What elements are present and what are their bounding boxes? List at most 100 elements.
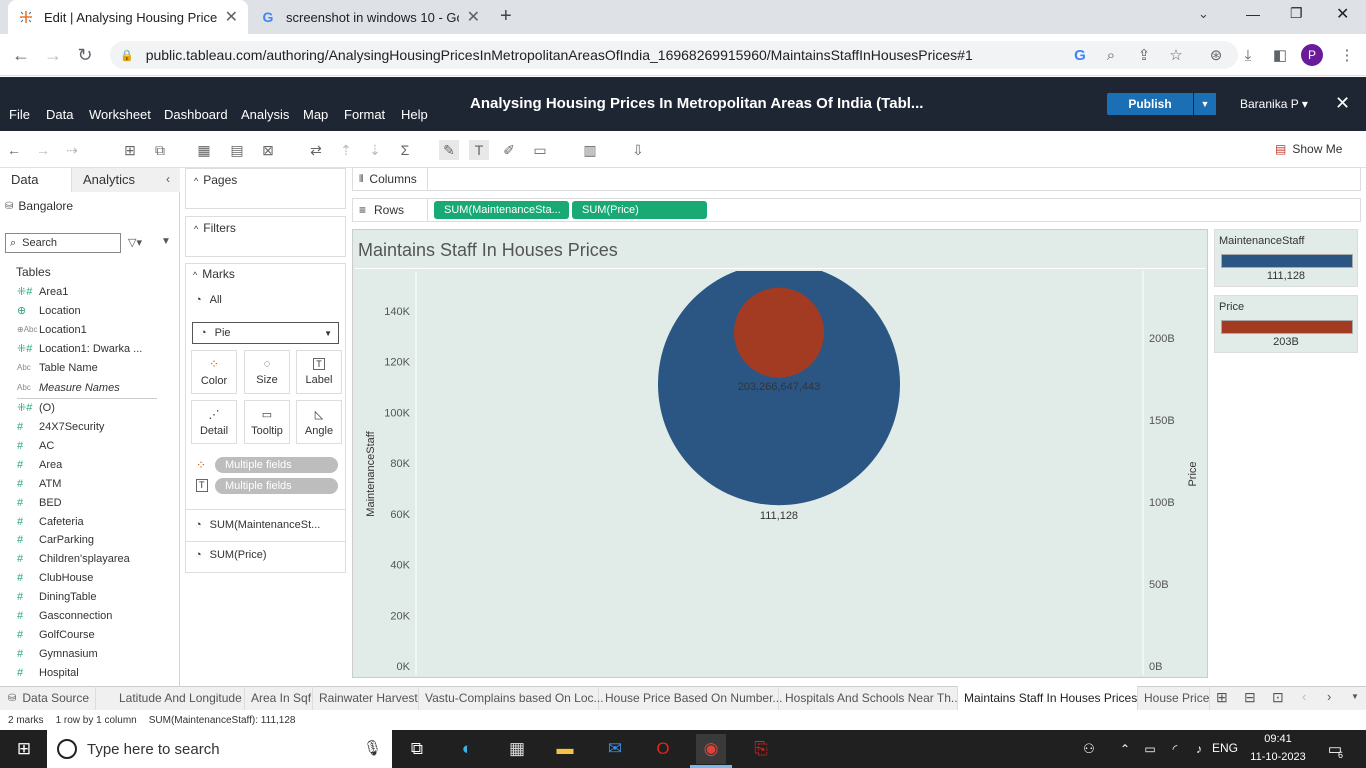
duplicate-sheet-icon[interactable]: ⧉ xyxy=(150,140,170,160)
publish-button[interactable]: Publish xyxy=(1107,93,1193,115)
field-item[interactable]: # ClubHouse xyxy=(17,568,167,587)
field-item[interactable]: ⁜# Area1 xyxy=(17,282,167,301)
sheet-tab[interactable]: Vastu-Complains based On Loc... xyxy=(419,686,604,710)
sort-descending-icon[interactable]: ⇣ xyxy=(365,140,385,160)
rows-pill-maintenancestaff[interactable]: SUM(MaintenanceSta... xyxy=(434,201,569,219)
field-item[interactable]: ⊕ Location xyxy=(17,301,167,320)
marks-card-title[interactable]: ^ Marks xyxy=(193,267,235,281)
rows-pill-price[interactable]: SUM(Price) xyxy=(572,201,707,219)
totals-icon[interactable]: Σ xyxy=(395,140,415,160)
sheet-tab[interactable]: Rainwater Harvest xyxy=(313,686,419,710)
field-item[interactable]: # Hospital xyxy=(17,663,167,682)
label-button[interactable]: T Label xyxy=(296,350,342,394)
browser-tab-tableau[interactable]: Edit | Analysing Housing Prices I ✕ xyxy=(8,0,248,34)
volume-icon[interactable]: ♪ xyxy=(1184,734,1214,764)
field-item[interactable]: ⁜# (O) xyxy=(17,398,167,417)
pages-card-title[interactable]: ^ Pages xyxy=(194,173,237,187)
field-item[interactable]: # CarParking xyxy=(17,530,167,549)
detail-button[interactable]: ⋰ Detail xyxy=(191,400,237,444)
angle-button[interactable]: ◺ Angle xyxy=(296,400,342,444)
color-button[interactable]: ⁘ Color xyxy=(191,350,237,394)
scroll-right-icon[interactable]: › xyxy=(1327,689,1331,704)
filter-fields-icon[interactable]: ▽▾ xyxy=(128,236,142,249)
menu-format[interactable]: Format xyxy=(344,107,385,122)
mail-icon[interactable]: ✉ xyxy=(600,734,630,764)
chrome-icon[interactable]: ◉ xyxy=(696,734,726,764)
presentation-icon[interactable]: ▥ xyxy=(580,140,600,160)
new-worksheet-dropdown-icon[interactable]: ▦ xyxy=(194,140,214,160)
field-item[interactable]: # Gasconnection xyxy=(17,606,167,625)
clock-date[interactable]: 11-10-2023 xyxy=(1246,751,1310,763)
field-item[interactable]: # DiningTable xyxy=(17,587,167,606)
field-item[interactable]: # Area xyxy=(17,455,167,474)
field-item[interactable]: # Children'splayarea xyxy=(17,549,167,568)
sort-ascending-icon[interactable]: ⇡ xyxy=(336,140,356,160)
people-icon[interactable]: ⚇ xyxy=(1074,734,1104,764)
google-lens-icon[interactable]: G xyxy=(1069,44,1091,66)
chrome-menu-icon[interactable]: ⋮ xyxy=(1336,44,1358,66)
file-explorer-icon[interactable]: ▬ xyxy=(550,734,580,764)
field-item[interactable]: # BED xyxy=(17,493,167,512)
profile-avatar[interactable]: P xyxy=(1301,44,1323,66)
microphone-icon[interactable]: 🎙 xyxy=(363,739,382,757)
field-item[interactable]: ⁜# Location1: Dwarka ... xyxy=(17,339,167,358)
new-worksheet-icon[interactable]: ⊞ xyxy=(1216,689,1228,706)
menu-dashboard[interactable]: Dashboard xyxy=(164,107,228,122)
redo-icon[interactable]: → xyxy=(33,140,53,160)
label-multiple-fields-pill[interactable]: Multiple fields xyxy=(215,478,338,494)
field-item[interactable]: ⊕Abc Location1 xyxy=(17,320,167,339)
bookmark-star-icon[interactable]: ☆ xyxy=(1165,44,1187,66)
store-icon[interactable]: ▦ xyxy=(502,734,532,764)
edge-icon[interactable]: ◐ xyxy=(452,734,482,764)
extensions-icon[interactable]: ⊛ xyxy=(1205,44,1227,66)
field-item[interactable]: # Gymnasium xyxy=(17,644,167,663)
filters-card-title[interactable]: ^ Filters xyxy=(194,221,236,235)
menu-analysis[interactable]: Analysis xyxy=(241,107,289,122)
close-tab-icon[interactable]: ✕ xyxy=(467,7,480,27)
measure-maintenancestaff[interactable]: ◔ SUM(MaintenanceSt... xyxy=(195,519,320,531)
menu-data[interactable]: Data xyxy=(46,107,73,122)
fit-dropdown-icon[interactable]: ▭ xyxy=(530,140,550,160)
menu-help[interactable]: Help xyxy=(401,107,428,122)
reload-icon[interactable]: ↻ xyxy=(72,42,98,68)
tab-data[interactable]: Data xyxy=(11,172,38,187)
minimize-icon[interactable]: — xyxy=(1246,6,1260,22)
show-me-button[interactable]: ▤ Show Me xyxy=(1275,142,1342,156)
mark-type-select[interactable]: ◔ Pie ▼ xyxy=(192,322,339,344)
sheet-tab[interactable]: House Price Based On Number... xyxy=(599,686,782,710)
back-icon[interactable]: ← xyxy=(8,42,34,68)
field-item[interactable]: # Cafeteria xyxy=(17,512,167,531)
tabs-menu-icon[interactable]: ▼ xyxy=(1351,692,1359,701)
sheet-tab[interactable]: Latitude And Longitude xyxy=(113,686,245,710)
field-item[interactable]: Abc Table Name xyxy=(17,358,167,377)
forward-icon[interactable]: → xyxy=(40,42,66,68)
side-panel-icon[interactable]: ◧ xyxy=(1269,44,1291,66)
field-item[interactable]: # AC xyxy=(17,436,167,455)
task-view-icon[interactable]: ⧉ xyxy=(402,734,432,764)
field-item[interactable]: # ATM xyxy=(17,474,167,493)
window-close-icon[interactable]: ✕ xyxy=(1336,4,1349,24)
close-tab-icon[interactable]: ✕ xyxy=(225,7,238,27)
legend-maintenancestaff[interactable]: MaintenanceStaff 111,128 xyxy=(1214,229,1358,287)
new-dashboard-icon[interactable]: ⊟ xyxy=(1244,689,1256,706)
zoom-icon[interactable]: ⌕ xyxy=(1100,44,1122,66)
field-item[interactable]: #24X7Security xyxy=(17,417,167,436)
download-sheet-icon[interactable]: ⇩ xyxy=(628,140,648,160)
marks-all-item[interactable]: ◔ All xyxy=(195,294,222,306)
menu-file[interactable]: File xyxy=(9,107,30,122)
windows-start-icon[interactable]: ⊞ xyxy=(9,734,39,764)
undo-icon[interactable]: ← xyxy=(4,140,24,160)
user-menu[interactable]: Baranika P ▾ xyxy=(1240,97,1308,111)
pane-menu-icon[interactable]: ▼ xyxy=(161,236,171,247)
menu-map[interactable]: Map xyxy=(303,107,328,122)
sheet-tab[interactable]: Maintains Staff In Houses Prices xyxy=(958,686,1138,710)
tooltip-button[interactable]: ▭ Tooltip xyxy=(244,400,290,444)
new-tab-icon[interactable]: + xyxy=(500,5,512,28)
tab-data-source[interactable]: ⛁ Data Source xyxy=(0,686,97,710)
swap-axes-icon[interactable]: ⇄ xyxy=(306,140,326,160)
notification-icon[interactable]: ▭ xyxy=(1320,734,1350,764)
clock-time[interactable]: 09:41 xyxy=(1250,733,1306,745)
menu-worksheet[interactable]: Worksheet xyxy=(89,107,151,122)
measure-price[interactable]: ◔ SUM(Price) xyxy=(195,549,267,561)
show-labels-icon[interactable]: T xyxy=(469,140,489,160)
